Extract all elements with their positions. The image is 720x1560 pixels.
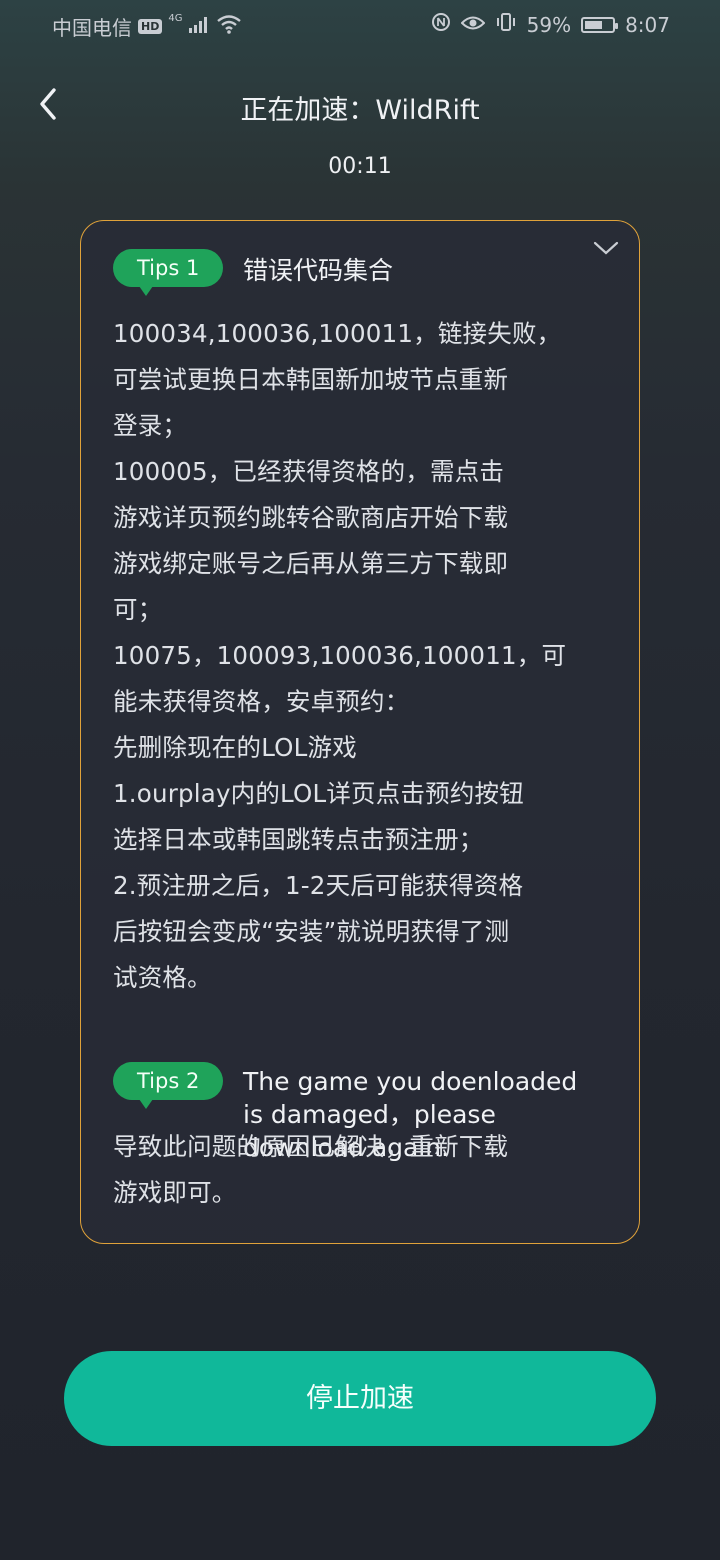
stop-acceleration-button[interactable]: 停止加速	[64, 1351, 656, 1446]
status-bar: 中国电信 HD 4G 59% 8:07	[0, 0, 720, 50]
network-type-label: 4G	[168, 13, 183, 24]
tip2-badge: Tips 2	[113, 1062, 224, 1109]
eye-icon	[460, 13, 486, 37]
wifi-icon	[216, 14, 242, 39]
tip2-body: 导致此问题的原因已解决，重新下载 游戏即可。	[113, 1132, 509, 1207]
battery-percent: 59%	[526, 12, 572, 37]
hd-badge: HD	[138, 19, 163, 34]
status-bar-right: 59% 8:07	[431, 12, 670, 37]
tip1-title: 错误代码集合	[243, 256, 394, 285]
tips-card: Tips 1 错误代码集合 100034,100036,100011，链接失败，…	[80, 220, 640, 1244]
carrier-label: 中国电信	[52, 16, 132, 40]
tip1-body: 100034,100036,100011，链接失败， 可尝试更换日本韩国新加坡节…	[113, 319, 567, 992]
nfc-icon	[431, 12, 451, 37]
collapse-toggle[interactable]	[591, 237, 621, 261]
status-bar-left: 中国电信 HD 4G	[52, 12, 242, 41]
chevron-down-icon	[593, 241, 619, 255]
page-title: 正在加速：WildRift	[240, 95, 480, 126]
signal-icon	[188, 15, 210, 39]
tip1-badge: Tips 1	[113, 249, 224, 296]
battery-icon	[581, 16, 619, 33]
clock: 8:07	[625, 12, 670, 37]
vibrate-icon	[495, 12, 517, 37]
elapsed-timer: 00:11	[328, 154, 392, 179]
